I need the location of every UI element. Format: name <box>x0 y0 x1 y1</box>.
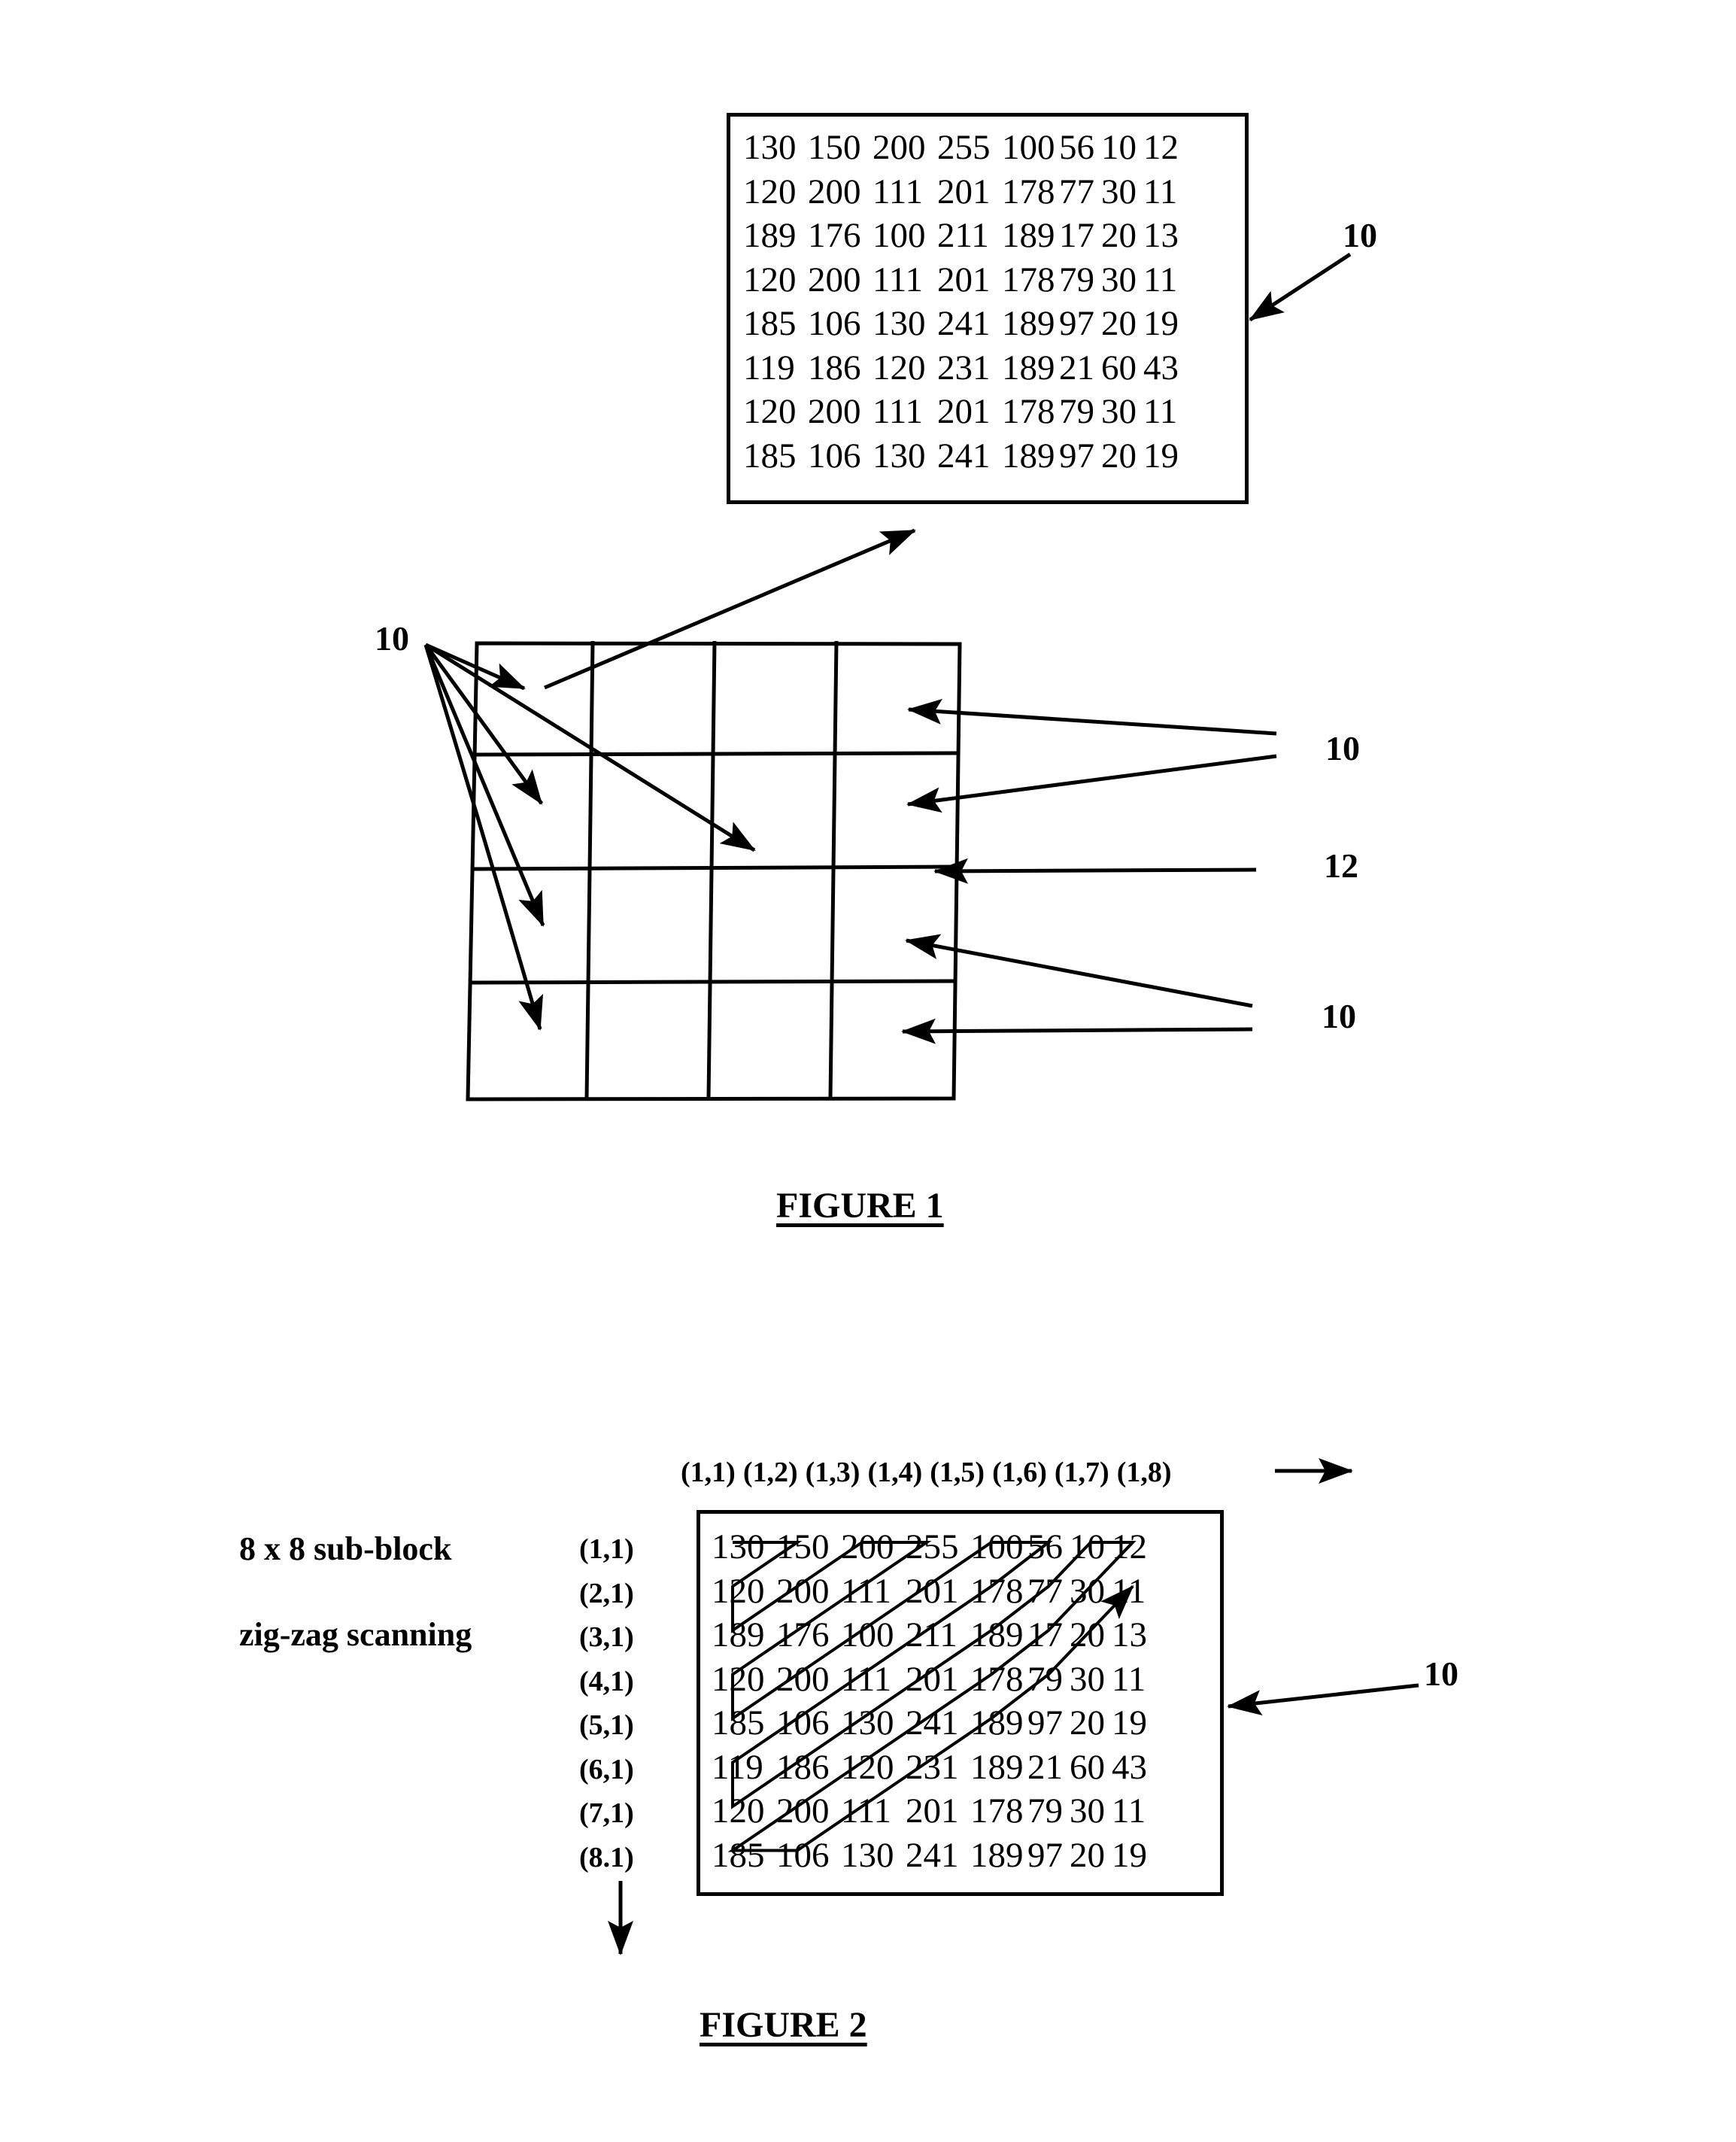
arrow-right-bottom-1 <box>905 934 1253 1008</box>
arrow-right-bottom-2 <box>901 1018 1253 1044</box>
fig2-ref-arrow <box>1227 1683 1419 1716</box>
grid-row-line-3 <box>469 979 956 985</box>
zigzag-polyline <box>727 1541 1137 1852</box>
arrow-right-top-1 <box>907 698 1277 736</box>
drawing-lines <box>423 252 1419 1955</box>
grid-row-line-1 <box>475 751 959 757</box>
fig1-image-grid <box>466 640 962 1101</box>
arrow-grid-line-12 <box>933 858 1257 884</box>
arrow-right-top-2 <box>906 754 1277 813</box>
grid-col-line-3 <box>828 640 839 1099</box>
grid-row-line-2 <box>472 864 958 871</box>
fig2-zigzag-scan-path <box>727 1541 1137 1852</box>
arrow-to-cell-r3c1 <box>423 644 545 927</box>
arrow-to-cell-r4c1 <box>423 644 544 1031</box>
fig1-matrix-ref-arrow <box>1249 252 1352 322</box>
fig1-expand-arrow <box>544 528 916 690</box>
